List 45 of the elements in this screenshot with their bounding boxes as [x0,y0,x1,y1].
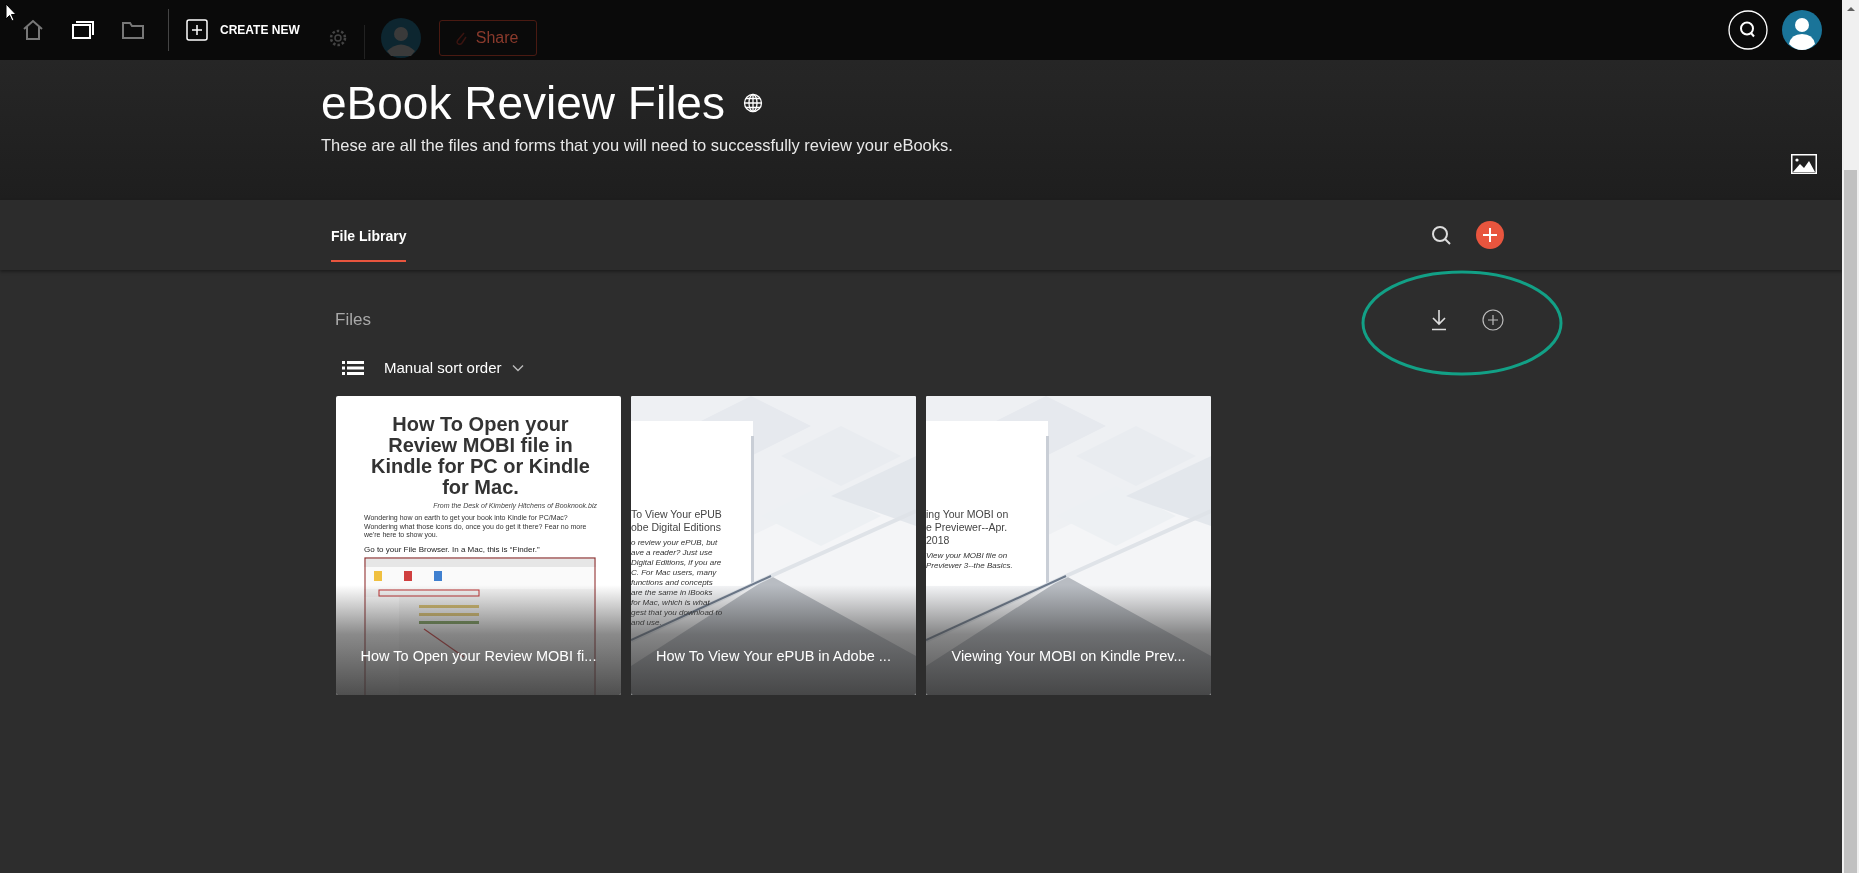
cover-text-line: ave a reader? Just use [631,548,714,558]
cover-text-line: Digital Editions, if you are [631,558,723,568]
chevron-down-icon [511,363,524,372]
cursor-icon [5,3,17,22]
cover-text-line: and use. [631,618,663,628]
add-icon[interactable] [1476,221,1504,249]
image-icon[interactable] [1791,154,1817,174]
cover-text-line: View your MOBI file on [926,551,1009,561]
avatar-icon[interactable] [1782,10,1822,50]
add-icon[interactable] [1482,309,1504,331]
file-card[interactable] [336,396,621,695]
file-title: How To View Your ePUB in Adobe ... [656,648,891,664]
sort-dropdown[interactable]: Manual sort order [384,359,524,376]
scroll-up-icon[interactable] [1846,7,1855,11]
file-title: Viewing Your MOBI on Kindle Prev... [951,648,1186,664]
scrollbar-thumb[interactable] [1844,170,1857,873]
cover-text-line: C. For Mac users, many [631,568,718,578]
plus-icon [186,19,208,41]
globe-icon [742,93,763,113]
list-icon[interactable] [342,359,364,376]
cover-text-line: are the same in iBooks [631,588,714,598]
cover-heading-line: obe Digital Editions [631,521,722,534]
cover-heading-line: 2018 [926,534,951,547]
file-title: How To Open your Review MOBI fi... [360,648,597,664]
paperclip-icon [453,30,468,46]
cover-heading-line: ing Your MOBI on [926,508,1010,521]
page-subtitle: These are all the files and forms that you will need to successfully review your eBooks. [321,136,953,155]
cover-heading-line: To View Your ePUB [631,508,723,521]
search-icon[interactable] [1728,10,1768,50]
page-title: eBook Review Files [321,76,725,130]
windows-icon[interactable] [71,18,95,42]
scrollbar[interactable] [1842,0,1859,873]
cover-text-line: Previewer 3--the Basics. [926,561,1013,571]
download-icon[interactable] [1430,309,1448,331]
tab[interactable]: File Library [331,208,407,262]
cover-text-line: functions and concepts [631,578,714,588]
home-icon[interactable] [21,18,45,42]
section-heading: Files [335,310,371,330]
cover-text-line: o review your ePUB, but [631,538,719,548]
create-new-button[interactable]: CREATE NEW [186,19,300,41]
search-icon[interactable] [1430,224,1452,246]
document-heading: How To Open your Review MOBI file in Kindle for PC or Kindle for Mac. [370,414,591,498]
cover-text-line: for Mac, which is what [631,598,711,608]
document-text: Go to your File Browser. In a Mac, this is “Finder.” [364,544,541,554]
cover-heading-line: e Previewer--Apr. [926,521,1009,534]
